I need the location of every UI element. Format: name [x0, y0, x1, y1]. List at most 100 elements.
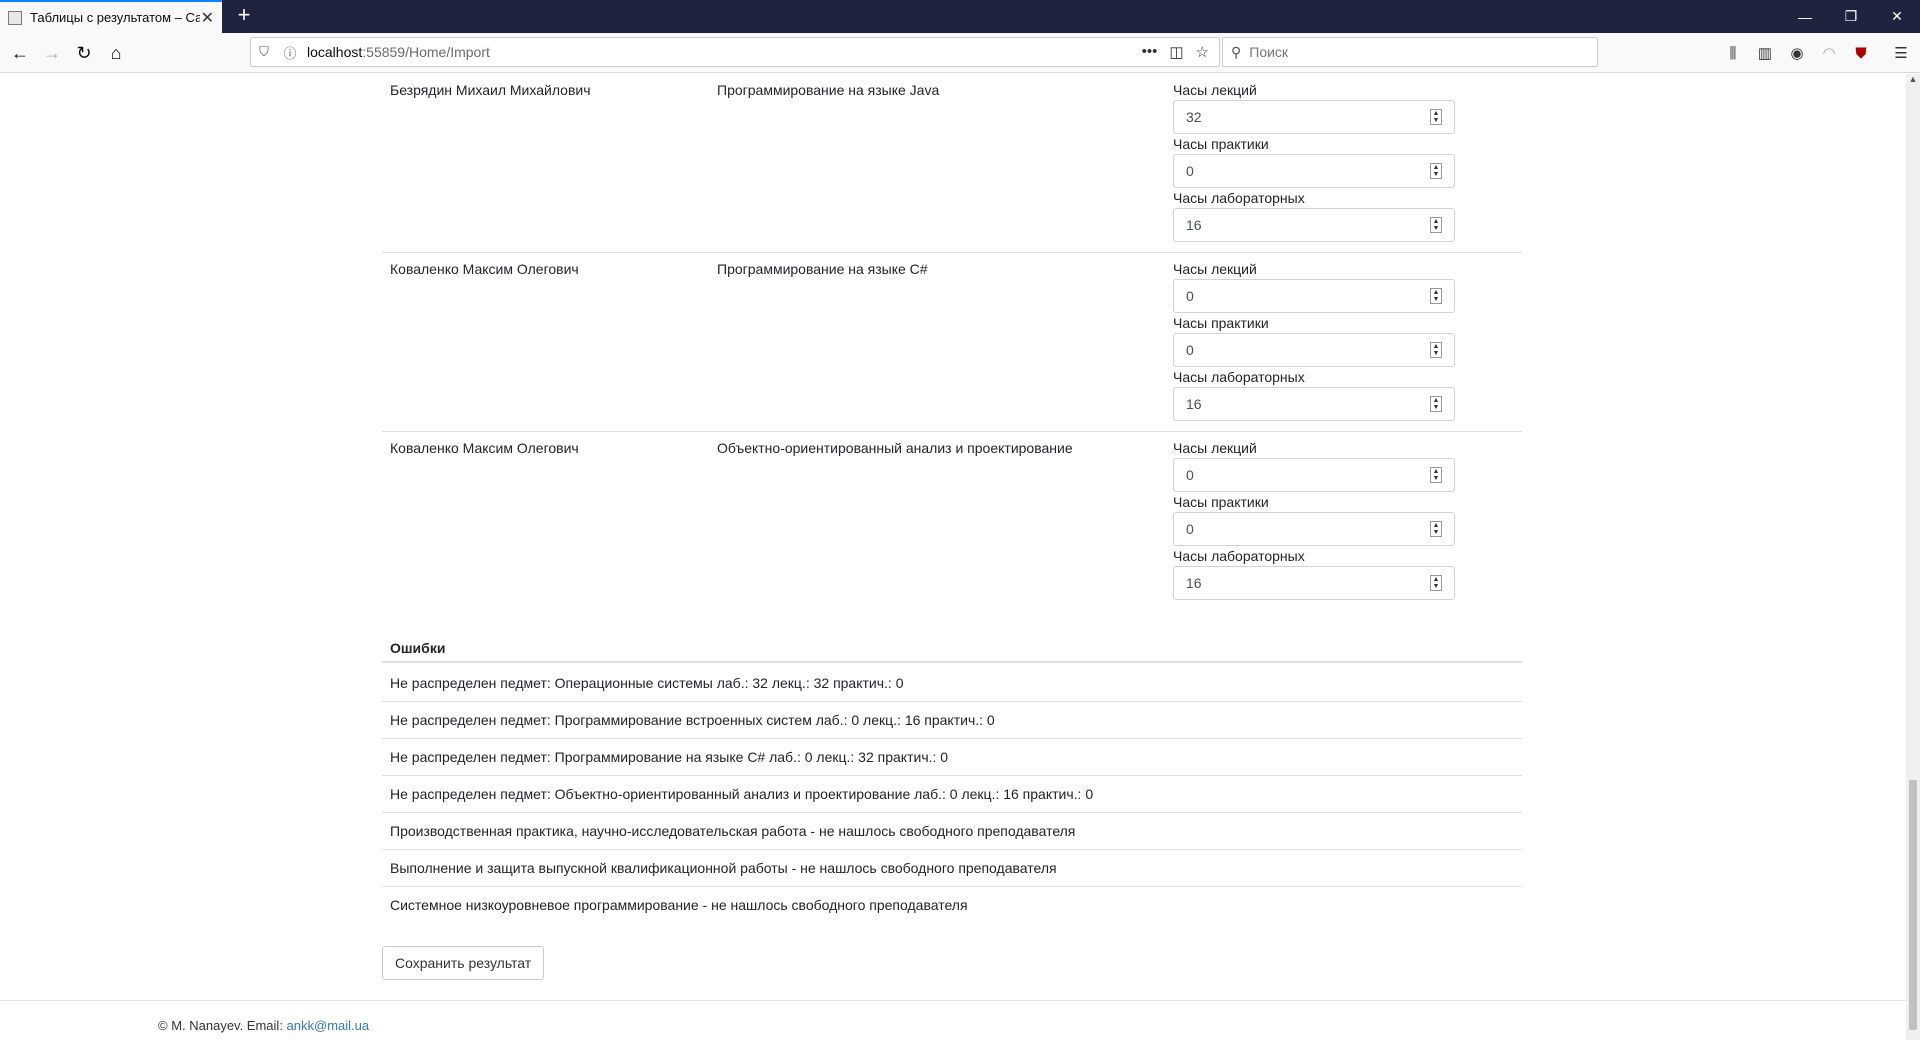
footer-text: © M. Nanayev. Email: ankk@mail.ua	[158, 1018, 369, 1033]
errors-heading: Ошибки	[382, 632, 1522, 663]
back-icon[interactable]: ←	[6, 39, 34, 67]
lectures-value: 0	[1186, 288, 1194, 304]
table-row: Коваленко Максим Олегович Объектно-ориен…	[382, 432, 1522, 611]
error-row: Выполнение и защита выпускной квалификац…	[382, 850, 1522, 887]
lectures-label: Часы лекций	[1173, 440, 1257, 456]
search-bar[interactable]: ⚲	[1222, 37, 1598, 67]
save-result-button[interactable]: Сохранить результат	[382, 946, 545, 980]
new-tab-icon[interactable]: +	[232, 4, 256, 28]
page-content: Безрядин Михаил Михайлович Программирова…	[0, 74, 1906, 1040]
browser-tab[interactable]: Таблицы с результатом – Сай ✕	[0, 0, 222, 33]
error-row: Производственная практика, научно-исслед…	[382, 813, 1522, 850]
teacher-name: Безрядин Михаил Михайлович	[390, 82, 591, 98]
more-actions-icon[interactable]: •••	[1142, 43, 1158, 61]
labs-value: 16	[1186, 217, 1202, 233]
url-path: :55859/Home/Import	[362, 44, 490, 60]
spinner-icon[interactable]: ▲ ▼	[1430, 521, 1442, 537]
practice-value: 0	[1186, 163, 1194, 179]
shield-icon[interactable]: ⛉	[251, 44, 277, 60]
pocket-icon[interactable]: ◫	[1169, 43, 1183, 61]
subject-name: Объектно-ориентированный анализ и проект…	[717, 440, 1073, 456]
spinner-icon[interactable]: ▲ ▼	[1430, 396, 1442, 412]
practice-label: Часы практики	[1173, 315, 1269, 331]
lectures-input[interactable]: 0 ▲ ▼	[1173, 458, 1455, 492]
info-icon[interactable]: ⓘ	[277, 43, 303, 62]
spinner-icon[interactable]: ▲ ▼	[1430, 217, 1442, 233]
toolbar-icons: ⫼ ▥ ◉ ◠ ⛊ ☰	[1720, 39, 1914, 67]
error-row: Не распределен педмет: Операционные сист…	[382, 665, 1522, 702]
practice-input[interactable]: 0 ▲ ▼	[1173, 333, 1455, 367]
labs-value: 16	[1186, 396, 1202, 412]
labs-input[interactable]: 16 ▲ ▼	[1173, 566, 1455, 600]
menu-icon[interactable]: ☰	[1888, 39, 1914, 67]
labs-label: Часы лабораторных	[1173, 190, 1305, 206]
vertical-scrollbar[interactable]: ▲	[1906, 74, 1920, 1040]
navigation-toolbar: ← → ↻ ⌂ ⛉ ⓘ localhost:55859/Home/Import …	[0, 33, 1920, 73]
spinner-icon[interactable]: ▲ ▼	[1430, 109, 1442, 125]
labs-input[interactable]: 16 ▲ ▼	[1173, 387, 1455, 421]
search-icon: ⚲	[1231, 43, 1242, 60]
lectures-input[interactable]: 32 ▲ ▼	[1173, 100, 1455, 134]
sidebar-icon[interactable]: ▥	[1752, 39, 1778, 67]
spinner-icon[interactable]: ▲ ▼	[1430, 288, 1442, 304]
practice-value: 0	[1186, 342, 1194, 358]
error-row: Не распределен педмет: Программирование …	[382, 739, 1522, 776]
hours-fields: Часы лекций 32 ▲ ▼ Часы практики 0 ▲ ▼ Часы …	[1173, 82, 1455, 244]
scrollbar-thumb[interactable]	[1909, 780, 1917, 1030]
extension-icon[interactable]: ◠	[1816, 39, 1842, 67]
close-window-icon[interactable]: ✕	[1874, 0, 1920, 33]
spinner-icon[interactable]: ▲ ▼	[1430, 575, 1442, 591]
home-icon[interactable]: ⌂	[102, 39, 130, 67]
bookmark-star-icon[interactable]: ☆	[1196, 43, 1209, 61]
teacher-name: Коваленко Максим Олегович	[390, 440, 579, 456]
teacher-name: Коваленко Максим Олегович	[390, 261, 579, 277]
copyright-text: © M. Nanayev. Email:	[158, 1018, 287, 1033]
url-text[interactable]: localhost:55859/Home/Import	[307, 44, 490, 60]
reload-icon[interactable]: ↻	[70, 39, 98, 67]
practice-value: 0	[1186, 521, 1194, 537]
spinner-icon[interactable]: ▲ ▼	[1430, 467, 1442, 483]
search-input[interactable]	[1247, 43, 1568, 61]
lectures-label: Часы лекций	[1173, 261, 1257, 277]
forward-icon[interactable]: →	[38, 39, 66, 67]
table-row: Коваленко Максим Олегович Программирован…	[382, 253, 1522, 432]
scroll-up-icon[interactable]: ▲	[1906, 74, 1920, 88]
lectures-value: 32	[1186, 109, 1202, 125]
ublock-icon[interactable]: ⛊	[1848, 39, 1874, 67]
labs-label: Часы лабораторных	[1173, 548, 1305, 564]
lectures-label: Часы лекций	[1173, 82, 1257, 98]
practice-input[interactable]: 0 ▲ ▼	[1173, 154, 1455, 188]
browser-tab-bar: Таблицы с результатом – Сай ✕ + — ❐ ✕	[0, 0, 1920, 33]
labs-value: 16	[1186, 575, 1202, 591]
account-icon[interactable]: ◉	[1784, 39, 1810, 67]
labs-label: Часы лабораторных	[1173, 369, 1305, 385]
spinner-icon[interactable]: ▲ ▼	[1430, 163, 1442, 179]
minimize-icon[interactable]: —	[1782, 0, 1828, 33]
restore-icon[interactable]: ❐	[1828, 0, 1874, 33]
lectures-input[interactable]: 0 ▲ ▼	[1173, 279, 1455, 313]
practice-label: Часы практики	[1173, 494, 1269, 510]
error-row: Системное низкоуровневое программировани…	[390, 897, 968, 913]
practice-input[interactable]: 0 ▲ ▼	[1173, 512, 1455, 546]
table-row: Безрядин Михаил Михайлович Программирова…	[382, 74, 1522, 253]
lectures-value: 0	[1186, 467, 1194, 483]
spinner-icon[interactable]: ▲ ▼	[1430, 342, 1442, 358]
labs-input[interactable]: 16 ▲ ▼	[1173, 208, 1455, 242]
library-icon[interactable]: ⫼	[1720, 39, 1746, 67]
page-favicon-icon	[8, 10, 22, 25]
subject-name: Программирование на языке C#	[717, 261, 928, 277]
error-row: Не распределен педмет: Объектно-ориентир…	[382, 776, 1522, 813]
hours-fields: Часы лекций 0 ▲ ▼ Часы практики 0 ▲ ▼ Часы л…	[1173, 440, 1455, 602]
url-host: localhost	[307, 44, 363, 60]
practice-label: Часы практики	[1173, 136, 1269, 152]
error-row: Не распределен педмет: Программирование …	[382, 702, 1522, 739]
window-controls: — ❐ ✕	[1782, 0, 1920, 33]
page-footer: © M. Nanayev. Email: ankk@mail.ua	[0, 1000, 1906, 1033]
address-bar[interactable]: ⛉ ⓘ localhost:55859/Home/Import ••• ◫ ☆	[250, 37, 1220, 67]
email-link[interactable]: ankk@mail.ua	[287, 1018, 370, 1033]
subject-name: Программирование на языке Java	[717, 82, 940, 98]
address-bar-actions: ••• ◫ ☆	[1142, 43, 1219, 61]
tab-title: Таблицы с результатом – Сай	[30, 10, 200, 25]
hours-fields: Часы лекций 0 ▲ ▼ Часы практики 0 ▲ ▼ Часы л…	[1173, 261, 1455, 423]
close-tab-icon[interactable]: ✕	[201, 8, 214, 28]
